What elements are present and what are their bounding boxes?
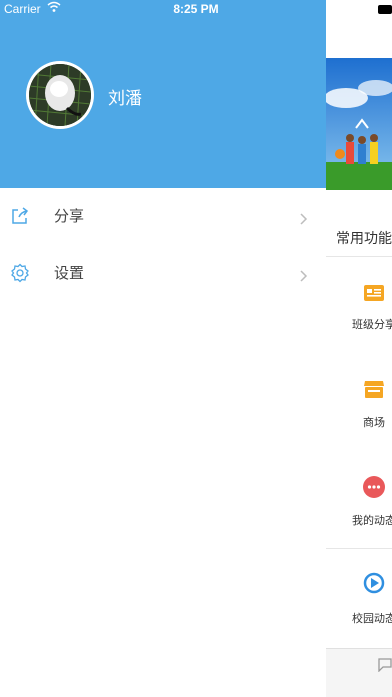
main-content-panel[interactable]: 常用功能 班级分享 商场 我的动态 校园动态 bbox=[326, 0, 392, 697]
banner-image[interactable] bbox=[326, 58, 392, 190]
side-drawer: 刘潘 分享 设置 bbox=[0, 0, 326, 696]
bottom-tab-bar bbox=[326, 648, 392, 697]
chevron-right-icon bbox=[300, 210, 308, 225]
function-label: 我的动态 bbox=[352, 514, 392, 527]
function-label: 班级分享 bbox=[352, 318, 392, 331]
menu-item-label: 分享 bbox=[54, 207, 85, 225]
status-bar: Carrier 8:25 PM bbox=[0, 0, 392, 20]
divider bbox=[326, 548, 392, 549]
play-circle-icon bbox=[363, 572, 385, 594]
function-label: 商场 bbox=[363, 416, 385, 429]
menu-item-share[interactable]: 分享 bbox=[0, 188, 326, 244]
function-label: 校园动态 bbox=[352, 612, 392, 625]
store-icon bbox=[363, 378, 385, 400]
menu-item-label: 设置 bbox=[54, 264, 85, 282]
user-name[interactable]: 刘潘 bbox=[108, 84, 142, 109]
drawer-header: 刘潘 bbox=[0, 0, 326, 188]
avatar[interactable] bbox=[26, 61, 94, 129]
gear-icon bbox=[10, 263, 30, 283]
menu-item-settings[interactable]: 设置 bbox=[0, 245, 326, 301]
divider bbox=[326, 256, 392, 257]
message-icon[interactable] bbox=[378, 657, 392, 673]
news-icon bbox=[363, 282, 385, 304]
share-icon bbox=[10, 206, 30, 226]
chevron-right-icon bbox=[300, 267, 308, 282]
section-title: 常用功能 bbox=[336, 231, 392, 247]
avatar-image bbox=[29, 64, 91, 126]
status-time: 8:25 PM bbox=[173, 2, 219, 16]
chat-bubble-icon bbox=[363, 476, 385, 498]
